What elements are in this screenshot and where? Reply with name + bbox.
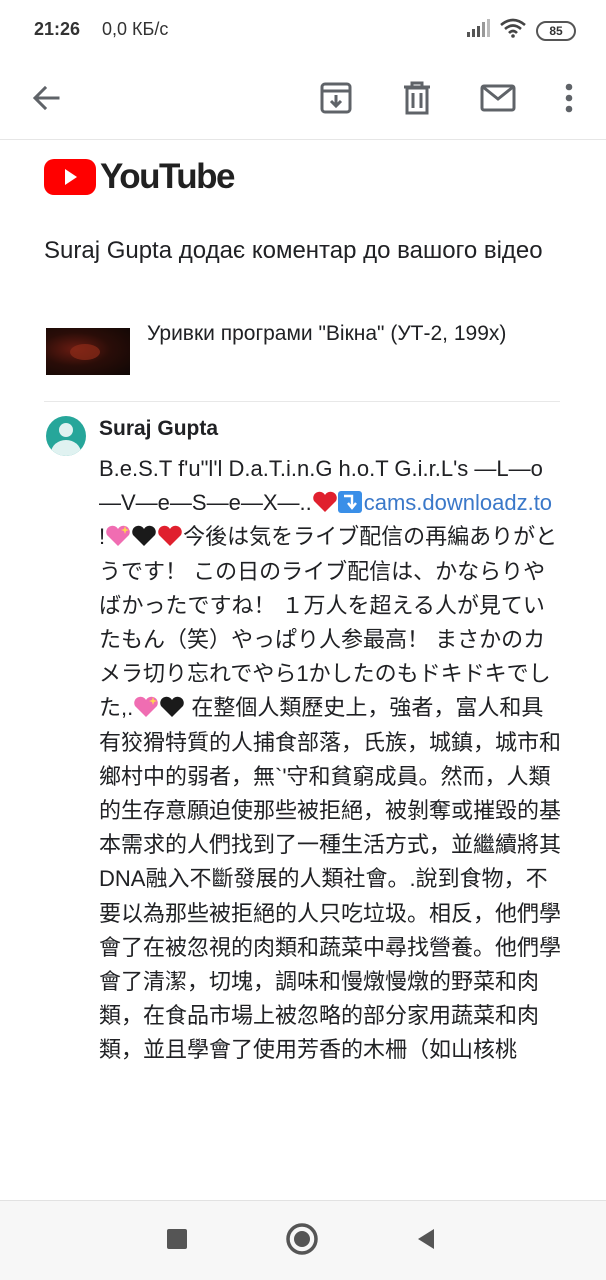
black-heart-icon <box>131 525 157 547</box>
youtube-wordmark: YouTube <box>100 157 236 196</box>
email-headline: Suraj Gupta додає коментар до вашого від… <box>44 237 543 264</box>
back-icon <box>414 1227 438 1256</box>
arrow-down-icon <box>337 491 364 514</box>
archive-button[interactable] <box>310 74 362 126</box>
video-title[interactable]: Уривки програми "Вікна" (УТ-2, 199х) <box>147 315 567 353</box>
youtube-play-icon <box>44 159 96 195</box>
mark-unread-button[interactable] <box>472 74 524 126</box>
status-bar: 21:26 0,0 КБ/с 85 <box>0 0 606 60</box>
comment-text: B.e.S.T f'u"l'l D.a.T.i.n.G h.o.T G.i.r.… <box>99 452 561 1068</box>
more-options-button[interactable] <box>543 74 595 126</box>
mail-icon <box>480 84 516 117</box>
youtube-logo[interactable]: YouTube <box>44 157 236 197</box>
comment-author[interactable]: Suraj Gupta <box>99 417 218 441</box>
recent-apps-icon <box>166 1228 188 1255</box>
home-button[interactable] <box>282 1221 322 1261</box>
back-arrow-icon <box>30 82 62 119</box>
archive-icon <box>319 81 353 120</box>
avatar[interactable] <box>46 416 86 456</box>
status-icons: 85 <box>466 18 576 43</box>
sparkling-heart-icon <box>105 525 131 547</box>
divider <box>44 401 560 402</box>
status-time: 21:26 <box>34 19 81 39</box>
delete-icon <box>402 81 432 120</box>
more-vert-icon <box>564 83 574 118</box>
sparkling-heart-icon <box>133 696 159 718</box>
recent-apps-button[interactable] <box>157 1221 197 1261</box>
video-thumbnail[interactable] <box>46 328 130 375</box>
black-heart-icon <box>159 696 185 718</box>
network-speed: 0,0 КБ/с <box>102 19 169 39</box>
comment-text-part3: 今後は気をライブ配信の再編ありがとうです！ この日のライブ配信は、かならりやばか… <box>99 524 558 721</box>
delete-button[interactable] <box>391 74 443 126</box>
wifi-icon <box>500 18 526 43</box>
red-heart-icon <box>312 491 338 513</box>
nav-back-button[interactable] <box>406 1221 446 1261</box>
email-toolbar <box>0 60 606 140</box>
signal-icon <box>466 19 490 42</box>
comment-text-part4: 在整個人類歷史上，強者，富人和具有狡猾特質的人捕食部落，氏族，城鎮，城市和鄉村中… <box>99 695 562 1063</box>
home-icon <box>285 1222 319 1261</box>
red-heart-icon <box>157 525 183 547</box>
email-body: YouTube Suraj Gupta додає коментар до ва… <box>0 141 606 1199</box>
spam-link[interactable]: cams.downloadz.to <box>364 490 552 515</box>
battery-icon: 85 <box>536 20 576 41</box>
back-button[interactable] <box>20 74 72 126</box>
system-nav-bar <box>0 1200 606 1280</box>
